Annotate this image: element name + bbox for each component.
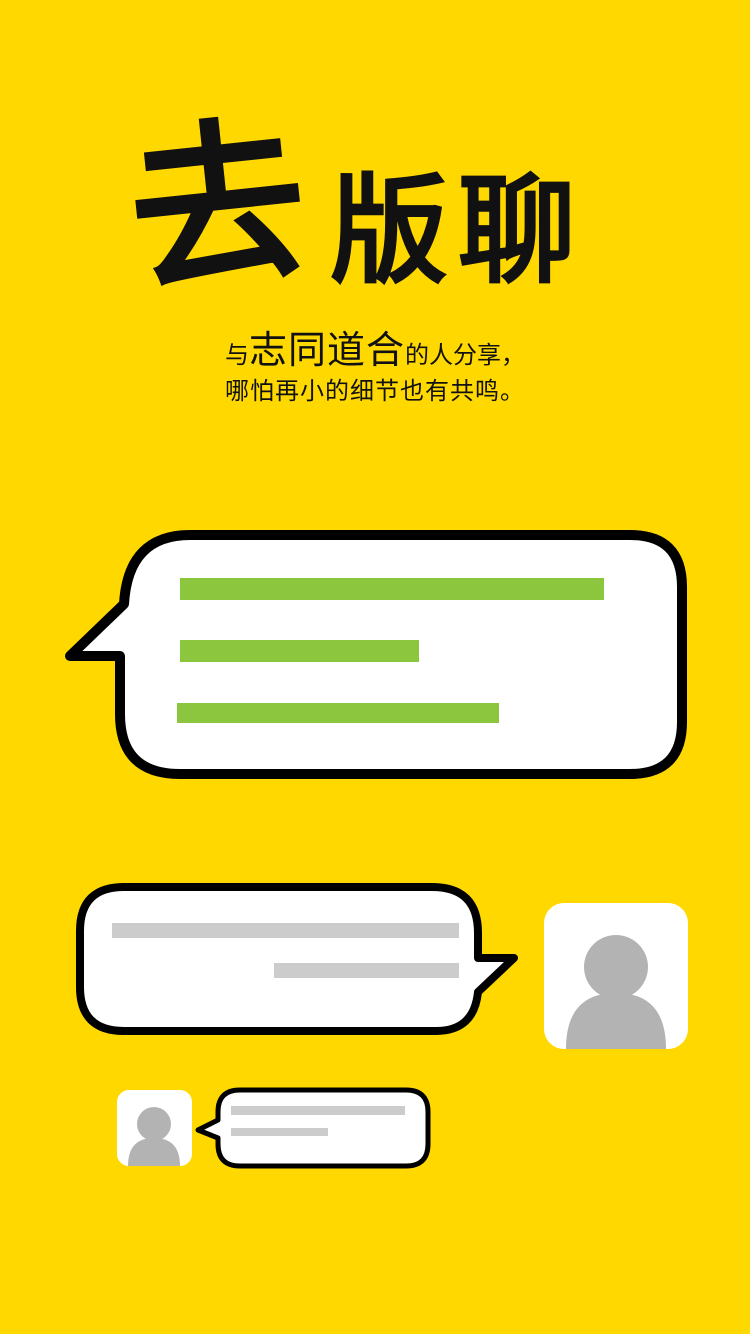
text-line-placeholder — [112, 923, 459, 938]
text-line-placeholder — [180, 578, 604, 600]
text-line-placeholder — [231, 1128, 328, 1136]
avatar-head — [137, 1107, 171, 1141]
chat-illustration — [65, 530, 688, 1169]
large-chat-bubble — [65, 530, 687, 779]
text-line-placeholder — [274, 963, 459, 978]
medium-bubble-outline — [76, 883, 518, 1035]
small-chat-bubble — [195, 1087, 431, 1169]
text-line-placeholder — [180, 640, 419, 662]
text-line-placeholder — [177, 703, 499, 723]
medium-chat-bubble — [76, 883, 518, 1035]
user-avatar-icon — [544, 903, 688, 1049]
avatar-head — [584, 935, 648, 999]
user-avatar-icon — [117, 1090, 192, 1166]
text-line-placeholder — [231, 1106, 405, 1115]
